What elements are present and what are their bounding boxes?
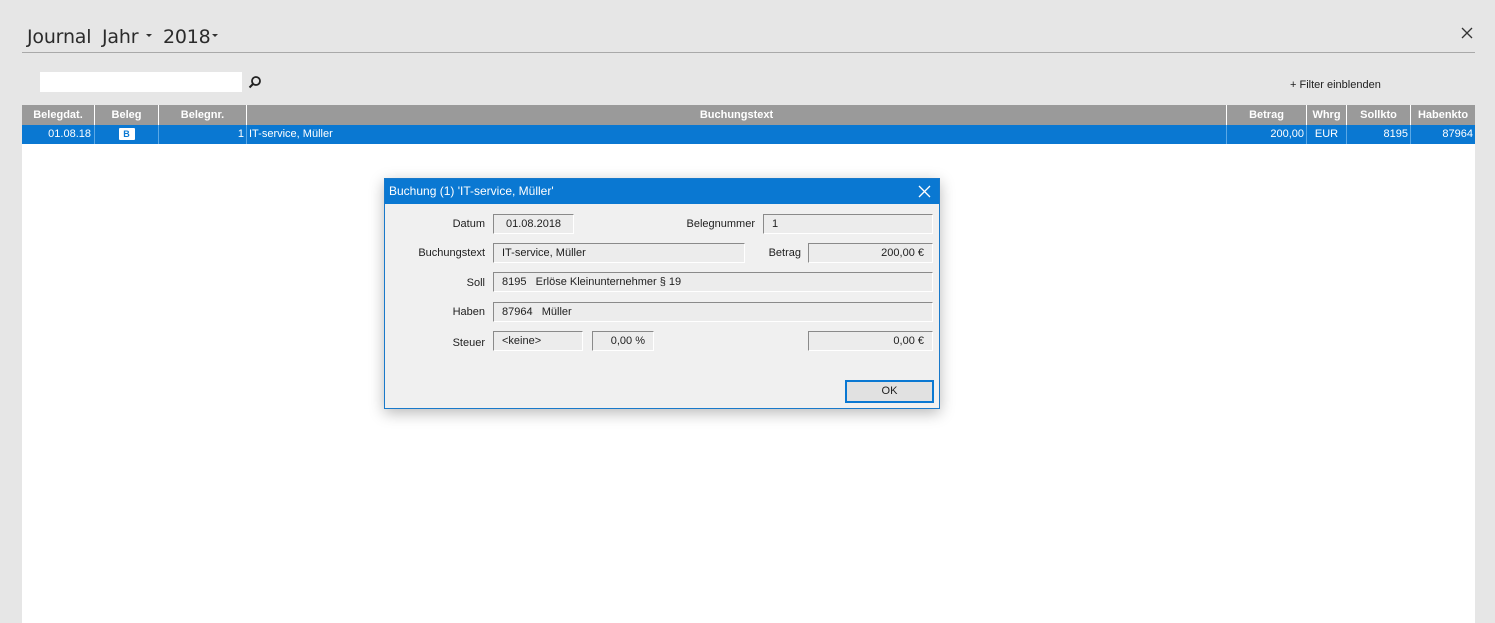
label-soll: Soll bbox=[466, 277, 485, 289]
dialog-title: Buchung (1) 'IT-service, Müller' bbox=[389, 184, 554, 198]
column-header-betrag[interactable]: Betrag bbox=[1227, 105, 1307, 125]
cell-betrag: 200,00 bbox=[1227, 125, 1307, 144]
label-buchungstext: Buchungstext bbox=[418, 247, 485, 259]
beleg-badge: B bbox=[123, 129, 130, 139]
year-dropdown[interactable]: 2018 bbox=[163, 26, 211, 48]
period-type-dropdown[interactable]: Jahr bbox=[102, 26, 139, 48]
column-header-buchungstext[interactable]: Buchungstext bbox=[247, 105, 1227, 125]
search-input[interactable] bbox=[40, 72, 242, 92]
field-belegnummer: 1 bbox=[763, 214, 933, 234]
field-steuer-code: <keine> bbox=[493, 331, 583, 351]
table-header: Belegdat. Beleg Belegnr. Buchungstext Be… bbox=[22, 105, 1475, 125]
close-icon[interactable] bbox=[918, 185, 931, 198]
field-buchungstext: IT-service, Müller bbox=[493, 243, 745, 263]
cell-sollkto: 8195 bbox=[1347, 125, 1411, 144]
field-steuer-amount: 0,00 € bbox=[808, 331, 933, 351]
cell-belegnr: 1 bbox=[159, 125, 247, 144]
document-icon[interactable]: B bbox=[118, 128, 135, 140]
show-filter-link[interactable]: + Filter einblenden bbox=[1290, 79, 1381, 91]
close-icon[interactable] bbox=[1459, 25, 1475, 41]
cell-belegdat: 01.08.18 bbox=[22, 125, 95, 144]
label-belegnummer: Belegnummer bbox=[686, 218, 755, 230]
cell-whrg: EUR bbox=[1307, 125, 1347, 144]
cell-buchungstext: IT-service, Müller bbox=[247, 125, 1227, 144]
search-icon[interactable] bbox=[248, 75, 262, 89]
column-header-sollkto[interactable]: Sollkto bbox=[1347, 105, 1411, 125]
field-datum: 01.08.2018 bbox=[493, 214, 574, 234]
journal-header: Journal Jahr 2018 bbox=[22, 24, 1475, 53]
page-title: Journal bbox=[27, 26, 92, 48]
field-haben: 87964 Müller bbox=[493, 302, 933, 322]
column-header-habenkto[interactable]: Habenkto bbox=[1411, 105, 1475, 125]
dialog-titlebar[interactable]: Buchung (1) 'IT-service, Müller' bbox=[385, 179, 939, 204]
chevron-down-icon[interactable] bbox=[146, 34, 152, 37]
cell-beleg[interactable]: B bbox=[95, 125, 159, 144]
field-betrag: 200,00 € bbox=[808, 243, 933, 263]
column-header-belegnr[interactable]: Belegnr. bbox=[159, 105, 247, 125]
ok-button[interactable]: OK bbox=[845, 380, 934, 403]
label-betrag: Betrag bbox=[768, 247, 801, 259]
column-header-beleg[interactable]: Beleg bbox=[95, 105, 159, 125]
label-datum: Datum bbox=[452, 218, 485, 230]
cell-habenkto: 87964 bbox=[1442, 128, 1473, 140]
label-steuer: Steuer bbox=[452, 337, 485, 349]
column-header-belegdat[interactable]: Belegdat. bbox=[22, 105, 95, 125]
booking-dialog: Buchung (1) 'IT-service, Müller' Datum 0… bbox=[384, 178, 940, 409]
table-row[interactable]: 01.08.18 B 1 IT-service, Müller 200,00 E… bbox=[22, 125, 1475, 144]
chevron-down-icon[interactable] bbox=[212, 34, 218, 37]
label-haben: Haben bbox=[452, 306, 485, 318]
field-soll: 8195 Erlöse Kleinunternehmer § 19 bbox=[493, 272, 933, 292]
field-steuer-rate: 0,00 % bbox=[592, 331, 654, 351]
column-header-whrg[interactable]: Whrg bbox=[1307, 105, 1347, 125]
